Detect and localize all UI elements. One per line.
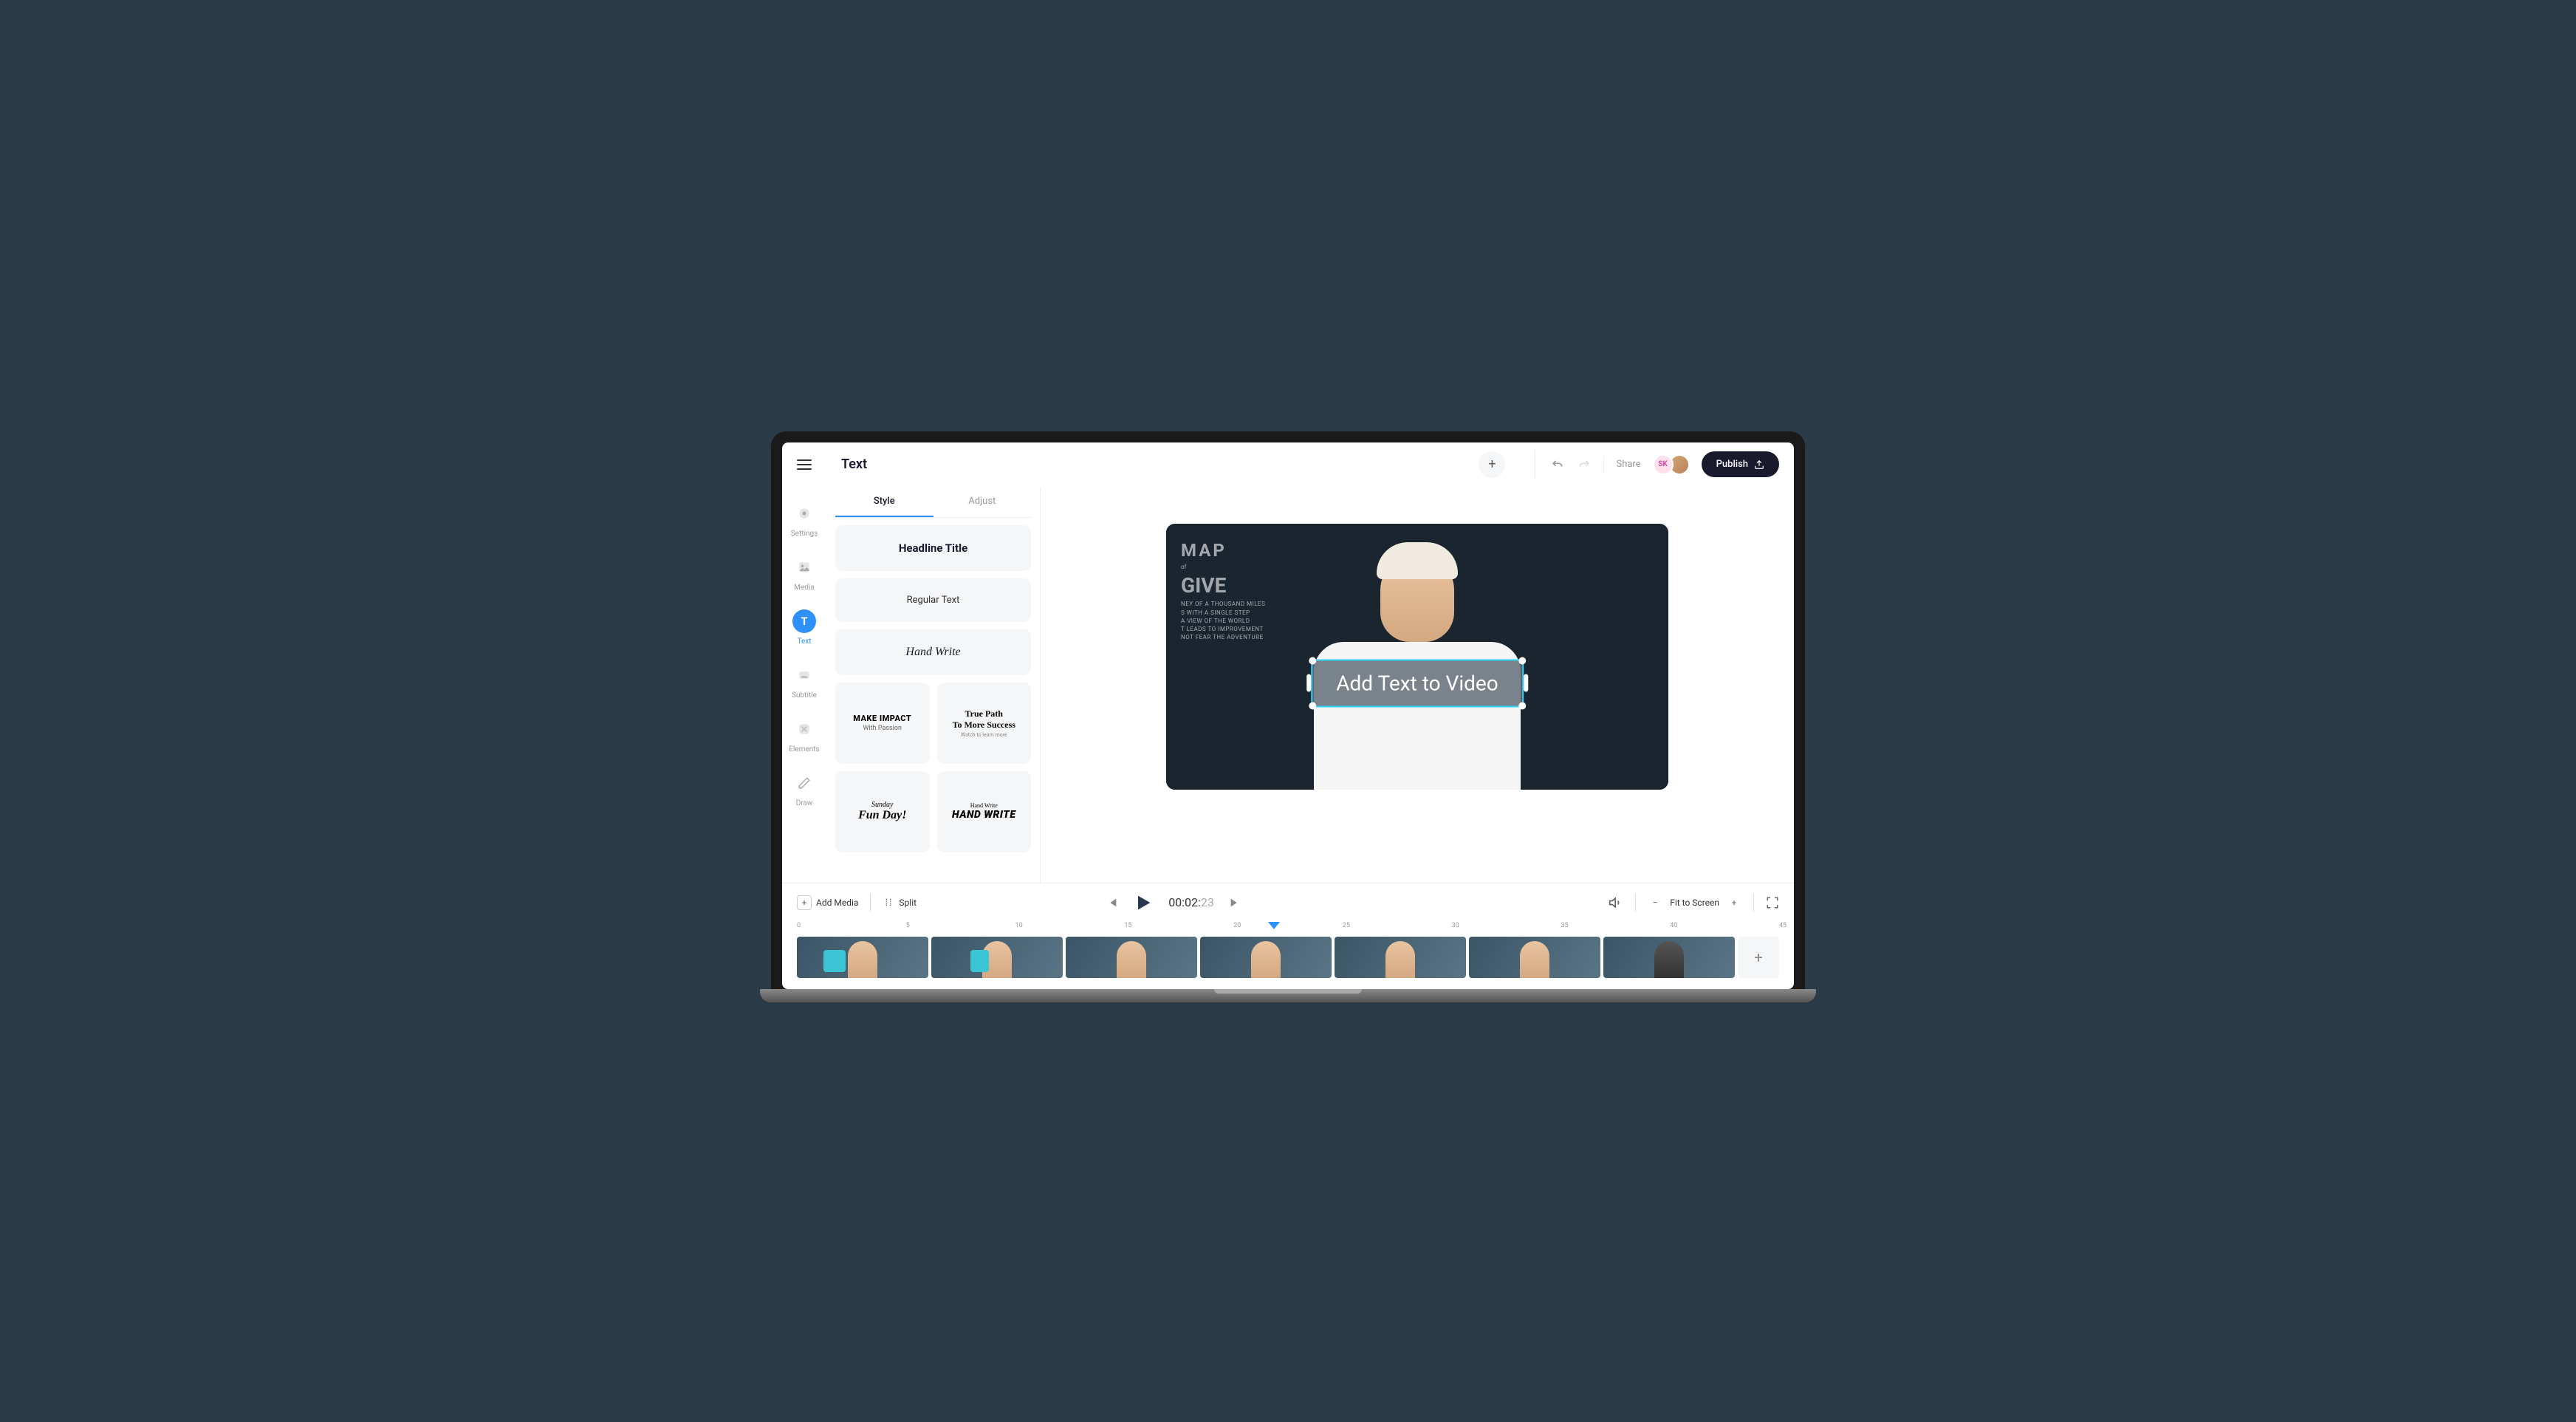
text-icon: T [792, 609, 816, 633]
fullscreen-icon[interactable] [1766, 896, 1779, 909]
menu-icon[interactable] [797, 457, 812, 473]
text-style-make-impact[interactable]: MAKE IMPACT With Passion [835, 683, 930, 764]
ruler-mark: 30 [1452, 922, 1459, 929]
clip-thumbnail[interactable] [1469, 937, 1600, 978]
publish-button[interactable]: Publish [1702, 451, 1779, 477]
timecode: 00:02:23 [1168, 895, 1214, 909]
collaborators[interactable]: SK [1653, 454, 1690, 475]
settings-icon [792, 502, 816, 525]
skip-forward-icon[interactable] [1229, 897, 1241, 909]
sidebar-item-subtitle[interactable]: Subtitle [792, 663, 817, 700]
text-style-handwrite[interactable]: Hand Write [835, 629, 1031, 675]
ruler-mark: 25 [1343, 922, 1350, 929]
panel-title: Text [841, 457, 867, 472]
plus-icon: + [797, 895, 812, 910]
tab-adjust[interactable]: Adjust [934, 487, 1032, 517]
elements-icon [792, 717, 816, 741]
sidebar-item-settings[interactable]: Settings [791, 502, 818, 538]
add-media-button[interactable]: + Add Media [797, 895, 858, 910]
play-icon[interactable] [1133, 892, 1154, 913]
sidebar-item-draw[interactable]: Draw [792, 771, 816, 807]
ruler-mark: 10 [1015, 922, 1023, 929]
undo-icon[interactable] [1550, 457, 1565, 472]
split-button[interactable]: Split [883, 897, 917, 909]
share-button[interactable]: Share [1616, 459, 1640, 470]
text-style-handwrite-bold[interactable]: Hand Write HAND WRITE [937, 771, 1032, 852]
ruler-mark: 15 [1124, 922, 1131, 929]
fit-to-screen-button[interactable]: Fit to Screen [1670, 898, 1719, 908]
clip-thumbnail[interactable] [797, 937, 928, 978]
text-style-headline[interactable]: Headline Title [835, 525, 1031, 571]
ruler-mark: 0 [797, 922, 801, 929]
sidebar-item-media[interactable]: Media [792, 556, 816, 592]
tab-style[interactable]: Style [835, 487, 934, 517]
clip-thumbnail[interactable] [1066, 937, 1197, 978]
text-style-true-path[interactable]: True Path To More Success Watch to learn… [937, 683, 1032, 764]
timeline-ruler[interactable]: 051015202530354045 [797, 922, 1779, 937]
video-canvas[interactable]: MAP of GIVE NEY OF A THOUSAND MILES S WI… [1166, 524, 1668, 790]
ruler-mark: 40 [1670, 922, 1677, 929]
volume-icon[interactable] [1609, 895, 1623, 910]
clip-thumbnail[interactable] [1335, 937, 1466, 978]
timeline-clips[interactable]: + [797, 937, 1779, 978]
text-style-regular[interactable]: Regular Text [835, 578, 1031, 622]
sidebar-item-elements[interactable]: Elements [789, 717, 819, 753]
resize-handle-left[interactable] [1306, 674, 1311, 692]
text-style-sunday[interactable]: Sunday Fun Day! [835, 771, 930, 852]
add-clip-button[interactable]: + [1738, 937, 1779, 978]
ruler-mark: 20 [1233, 922, 1241, 929]
ruler-mark: 35 [1561, 922, 1568, 929]
redo-icon[interactable] [1577, 457, 1592, 472]
clip-thumbnail[interactable] [931, 937, 1063, 978]
ruler-mark: 45 [1779, 922, 1787, 929]
ruler-mark: 5 [906, 922, 910, 929]
add-button[interactable]: + [1479, 451, 1505, 478]
resize-handle-right[interactable] [1524, 674, 1528, 692]
text-overlay[interactable]: Add Text to Video [1311, 659, 1524, 707]
clip-thumbnail[interactable] [1200, 937, 1332, 978]
upload-icon [1754, 459, 1764, 470]
sidebar-item-text[interactable]: T Text [792, 609, 816, 646]
avatar-initials: SK [1653, 454, 1674, 475]
draw-icon [792, 771, 816, 795]
split-icon [883, 897, 894, 909]
zoom-out-button[interactable]: − [1648, 895, 1662, 910]
playhead[interactable] [1268, 922, 1280, 929]
zoom-in-button[interactable]: + [1727, 895, 1741, 910]
subtitle-icon [792, 663, 816, 687]
clip-thumbnail[interactable] [1603, 937, 1735, 978]
skip-back-icon[interactable] [1106, 897, 1118, 909]
media-icon [792, 556, 816, 579]
